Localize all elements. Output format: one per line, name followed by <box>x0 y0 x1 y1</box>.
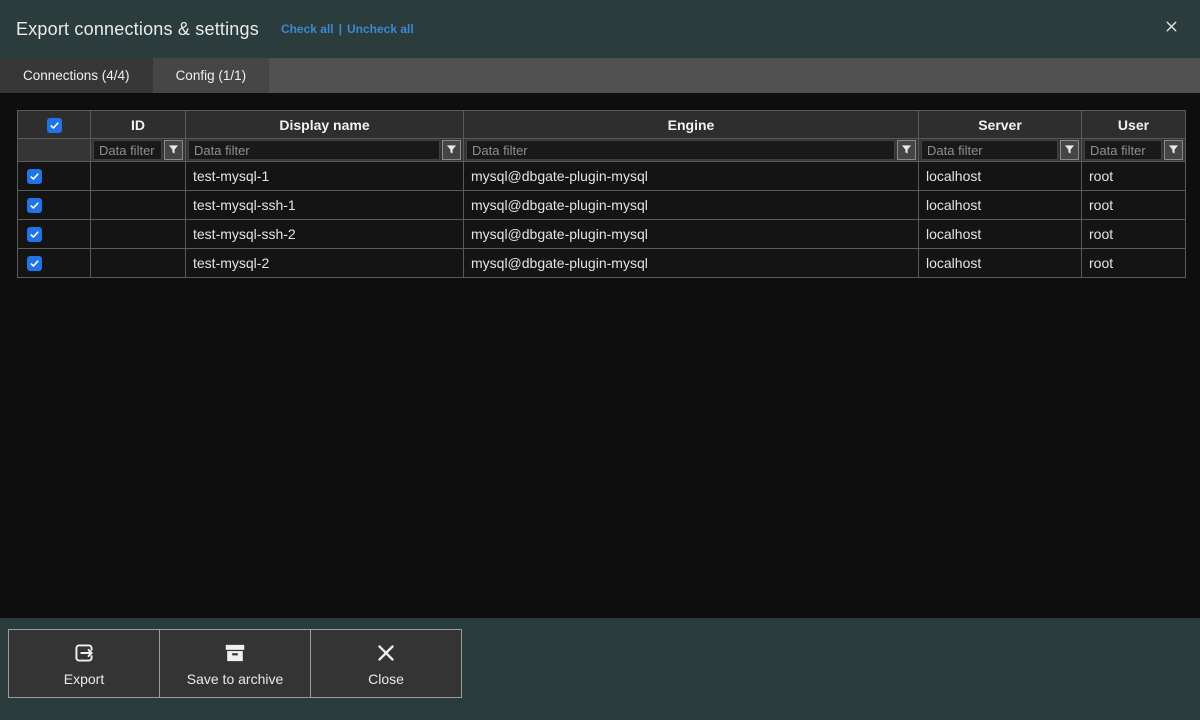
connections-table: ID Display name Engine Server User <box>17 110 1186 278</box>
cell-id <box>91 249 186 278</box>
close-button-label: Close <box>368 671 404 687</box>
display-name-filter-input[interactable] <box>188 140 440 160</box>
cell-id <box>91 220 186 249</box>
filter-cell-user <box>1082 139 1186 162</box>
cell-display-name: test-mysql-ssh-2 <box>186 220 464 249</box>
cell-user: root <box>1082 249 1186 278</box>
row-checkbox[interactable] <box>27 256 42 271</box>
cell-server: localhost <box>919 162 1082 191</box>
column-header-user: User <box>1082 111 1186 139</box>
server-filter-button[interactable] <box>1060 140 1079 160</box>
header-row: ID Display name Engine Server User <box>18 111 1186 139</box>
cell-server: localhost <box>919 220 1082 249</box>
funnel-icon <box>1168 143 1179 158</box>
filter-cell-engine <box>464 139 919 162</box>
tab-connections[interactable]: Connections (4/4) <box>0 58 153 93</box>
row-checkbox-cell <box>18 220 91 249</box>
select-all-cell <box>18 111 91 139</box>
cell-engine: mysql@dbgate-plugin-mysql <box>464 220 919 249</box>
user-filter-button[interactable] <box>1164 140 1183 160</box>
row-checkbox-cell <box>18 249 91 278</box>
funnel-icon <box>446 143 457 158</box>
dialog-close-button[interactable] <box>1160 18 1182 40</box>
close-icon <box>1163 18 1180 40</box>
cell-user: root <box>1082 162 1186 191</box>
export-icon <box>71 640 97 666</box>
table-row: test-mysql-2mysql@dbgate-plugin-mysqlloc… <box>18 249 1186 278</box>
cell-user: root <box>1082 220 1186 249</box>
connections-table-area: ID Display name Engine Server User <box>0 93 1200 618</box>
funnel-icon <box>1064 143 1075 158</box>
column-header-engine: Engine <box>464 111 919 139</box>
cell-display-name: test-mysql-ssh-1 <box>186 191 464 220</box>
dialog-title: Export connections & settings <box>16 19 259 40</box>
funnel-icon <box>168 143 179 158</box>
export-dialog: Export connections & settings Check all … <box>0 0 1200 720</box>
server-filter-input[interactable] <box>921 140 1058 160</box>
cell-server: localhost <box>919 249 1082 278</box>
display-name-filter-button[interactable] <box>442 140 461 160</box>
row-checkbox[interactable] <box>27 198 42 213</box>
link-separator: | <box>339 22 342 36</box>
column-header-server: Server <box>919 111 1082 139</box>
filter-cell-empty <box>18 139 91 162</box>
row-checkbox-cell <box>18 162 91 191</box>
column-header-display-name: Display name <box>186 111 464 139</box>
cell-engine: mysql@dbgate-plugin-mysql <box>464 249 919 278</box>
cell-id <box>91 162 186 191</box>
id-filter-button[interactable] <box>164 140 183 160</box>
id-filter-input[interactable] <box>93 140 162 160</box>
save-to-archive-button-label: Save to archive <box>187 671 284 687</box>
filter-cell-server <box>919 139 1082 162</box>
table-row: test-mysql-1mysql@dbgate-plugin-mysqlloc… <box>18 162 1186 191</box>
cell-display-name: test-mysql-2 <box>186 249 464 278</box>
cell-server: localhost <box>919 191 1082 220</box>
cell-display-name: test-mysql-1 <box>186 162 464 191</box>
filter-cell-display-name <box>186 139 464 162</box>
close-button[interactable]: Close <box>310 629 462 698</box>
dialog-titlebar: Export connections & settings Check all … <box>0 0 1200 58</box>
row-checkbox-cell <box>18 191 91 220</box>
table-row: test-mysql-ssh-1mysql@dbgate-plugin-mysq… <box>18 191 1186 220</box>
filter-cell-id <box>91 139 186 162</box>
filter-row <box>18 139 1186 162</box>
row-checkbox[interactable] <box>27 227 42 242</box>
header-links: Check all | Uncheck all <box>281 22 414 36</box>
cell-user: root <box>1082 191 1186 220</box>
close-icon <box>374 640 398 666</box>
check-all-link[interactable]: Check all <box>281 22 334 36</box>
dialog-footer: Export Save to archive Close <box>0 618 1200 720</box>
export-button-label: Export <box>64 671 104 687</box>
cell-id <box>91 191 186 220</box>
engine-filter-input[interactable] <box>466 140 895 160</box>
column-header-id: ID <box>91 111 186 139</box>
table-row: test-mysql-ssh-2mysql@dbgate-plugin-mysq… <box>18 220 1186 249</box>
table-body: test-mysql-1mysql@dbgate-plugin-mysqlloc… <box>18 162 1186 278</box>
tab-bar: Connections (4/4) Config (1/1) <box>0 58 1200 93</box>
uncheck-all-link[interactable]: Uncheck all <box>347 22 414 36</box>
select-all-checkbox[interactable] <box>47 118 62 133</box>
user-filter-input[interactable] <box>1084 140 1162 160</box>
save-to-archive-button[interactable]: Save to archive <box>159 629 311 698</box>
archive-icon <box>222 640 248 666</box>
row-checkbox[interactable] <box>27 169 42 184</box>
export-button[interactable]: Export <box>8 629 160 698</box>
cell-engine: mysql@dbgate-plugin-mysql <box>464 162 919 191</box>
tab-config-label: Config (1/1) <box>176 68 247 83</box>
tab-config[interactable]: Config (1/1) <box>153 58 270 93</box>
tab-connections-label: Connections (4/4) <box>23 68 130 83</box>
engine-filter-button[interactable] <box>897 140 916 160</box>
funnel-icon <box>901 143 912 158</box>
cell-engine: mysql@dbgate-plugin-mysql <box>464 191 919 220</box>
